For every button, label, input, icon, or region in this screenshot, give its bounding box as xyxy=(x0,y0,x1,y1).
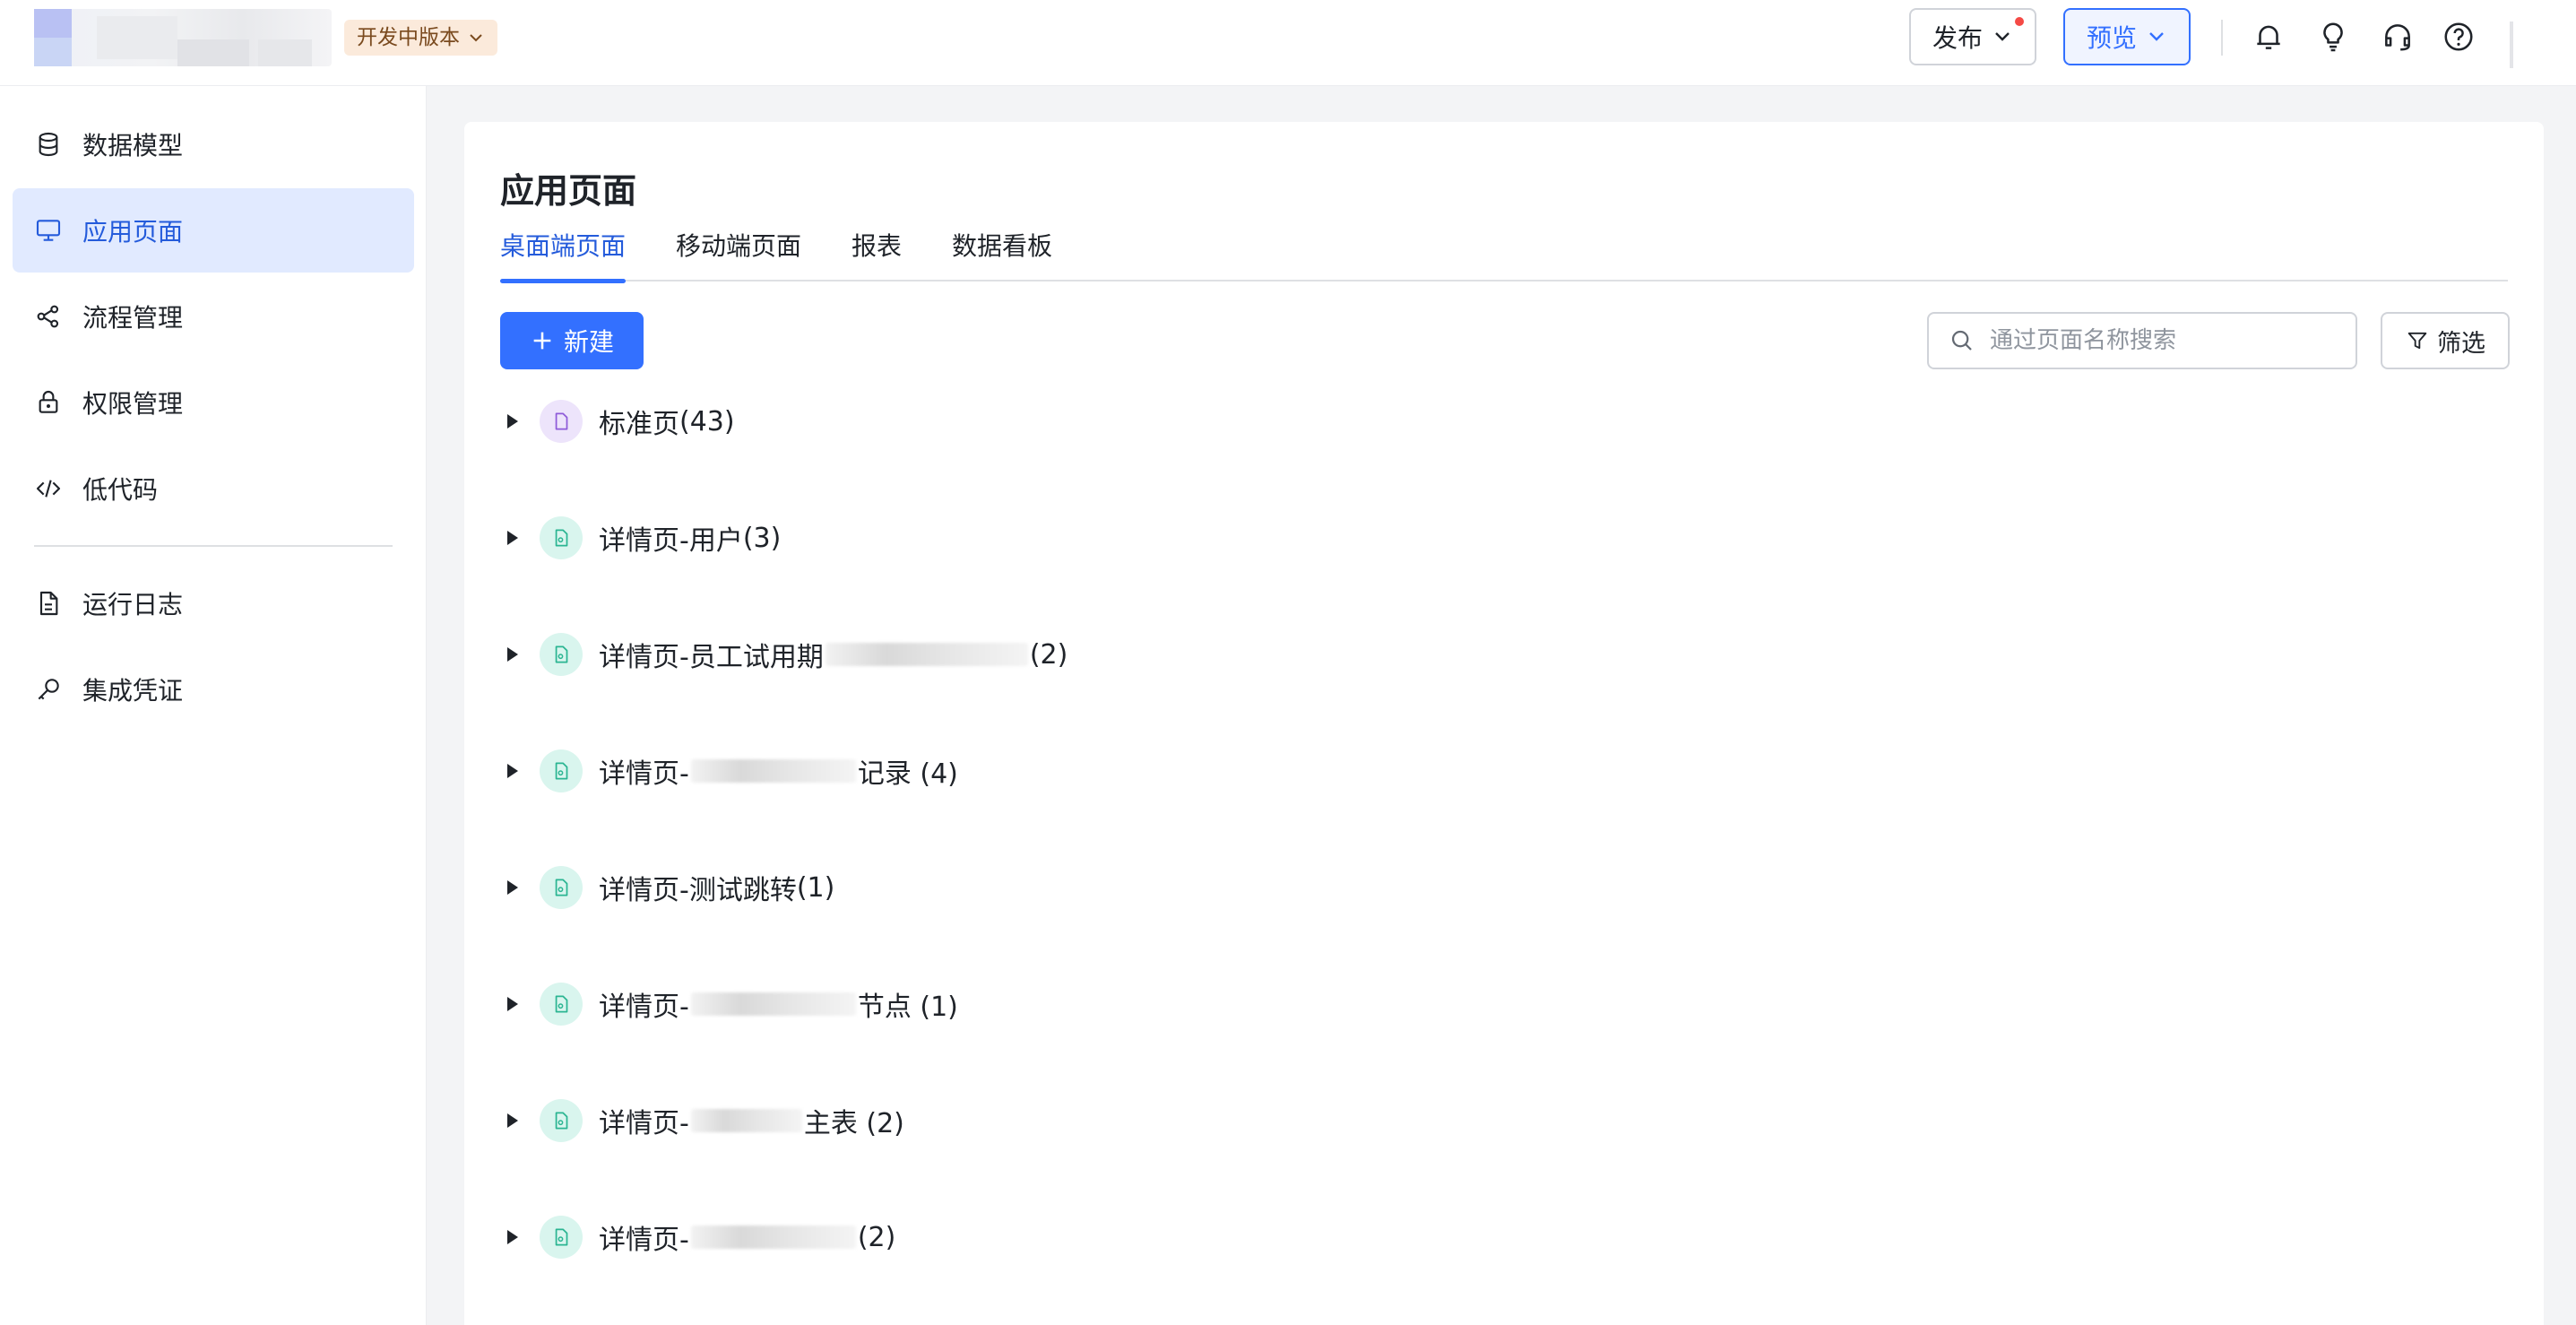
page-group-row[interactable]: 详情页- (2) xyxy=(500,1210,1755,1264)
key-icon xyxy=(38,679,59,700)
search-icon xyxy=(1951,330,1972,351)
page-group-row[interactable]: 详情页- 主表 (2) xyxy=(500,1094,1755,1147)
caret-right-icon[interactable] xyxy=(502,877,523,898)
caret-right-icon[interactable] xyxy=(502,760,523,782)
detail-page-icon xyxy=(540,749,583,792)
preview-button[interactable]: 预览 xyxy=(2063,8,2191,65)
group-label: 详情页- 节点 (1) xyxy=(599,992,958,1023)
caret-right-icon[interactable] xyxy=(502,411,523,432)
sidebar-item-credentials[interactable]: 集成凭证 xyxy=(13,647,414,732)
page-type-tabs: 桌面端页面 移动端页面 报表 数据看板 xyxy=(500,226,2508,283)
sidebar-item-label: 流程管理 xyxy=(82,303,184,333)
sidebar-item-app-pages[interactable]: 应用页面 xyxy=(13,188,414,273)
caret-right-icon[interactable] xyxy=(502,644,523,665)
detail-page-icon xyxy=(540,866,583,909)
sidebar-item-label: 应用页面 xyxy=(82,217,184,247)
lock-icon xyxy=(39,391,58,413)
help-icon[interactable] xyxy=(2440,18,2477,56)
sidebar-item-permissions[interactable]: 权限管理 xyxy=(13,360,414,445)
headset-icon[interactable] xyxy=(2379,18,2416,56)
detail-page-icon xyxy=(540,1216,583,1259)
app-logo[interactable] xyxy=(34,9,332,66)
env-version-label: 开发中版本 xyxy=(357,26,460,49)
filter-button[interactable]: 筛选 xyxy=(2381,312,2510,369)
main-content: 应用页面 桌面端页面 移动端页面 报表 数据看板 新建 筛选 标准页 (43) … xyxy=(464,122,2544,1325)
env-version-badge[interactable]: 开发中版本 xyxy=(344,20,497,56)
monitor-icon xyxy=(36,220,61,241)
sidebar: 数据模型 应用页面 流程管理 权限管理 低代码 运行日志 集成凭证 xyxy=(0,86,427,1325)
notification-dot xyxy=(2015,17,2024,26)
sidebar-item-label: 低代码 xyxy=(82,475,159,505)
caret-right-icon[interactable] xyxy=(502,1226,523,1248)
new-page-button[interactable]: 新建 xyxy=(500,312,644,369)
group-label: 详情页- 记录 (4) xyxy=(599,758,958,790)
chevron-down-icon xyxy=(2149,32,2164,41)
group-label: 详情页- (2) xyxy=(599,1221,896,1257)
detail-page-icon xyxy=(540,633,583,676)
sidebar-item-label: 运行日志 xyxy=(82,590,184,619)
top-bar: 开发中版本 发布 预览 xyxy=(0,0,2576,86)
page-group-row[interactable]: 详情页- 节点 (1) xyxy=(500,977,1755,1031)
page-group-row[interactable]: 详情页-用户 (3) xyxy=(500,511,1755,565)
sidebar-item-label: 数据模型 xyxy=(82,131,184,160)
bell-icon[interactable] xyxy=(2250,18,2287,56)
flow-icon xyxy=(37,305,59,328)
group-label: 详情页-员工试用期 (2) xyxy=(599,638,1068,674)
caret-right-icon[interactable] xyxy=(502,527,523,549)
tab-reports[interactable]: 报表 xyxy=(851,226,902,281)
sidebar-item-low-code[interactable]: 低代码 xyxy=(13,446,414,531)
caret-right-icon[interactable] xyxy=(502,1110,523,1131)
publish-label: 发布 xyxy=(1932,23,1983,53)
log-icon xyxy=(39,591,58,616)
sidebar-item-data-model[interactable]: 数据模型 xyxy=(13,102,414,186)
tab-mobile-pages[interactable]: 移动端页面 xyxy=(676,226,801,281)
bulb-icon[interactable] xyxy=(2314,18,2352,56)
sidebar-item-run-logs[interactable]: 运行日志 xyxy=(13,561,414,645)
detail-page-icon xyxy=(540,516,583,559)
sidebar-item-flow[interactable]: 流程管理 xyxy=(13,274,414,359)
tab-dashboards[interactable]: 数据看板 xyxy=(952,226,1052,281)
page-search-box xyxy=(1927,312,2357,369)
group-label: 标准页 (43) xyxy=(599,405,735,441)
page-group-row[interactable]: 详情页-测试跳转 (1) xyxy=(500,861,1755,914)
user-avatar-placeholder[interactable] xyxy=(2510,22,2513,68)
sidebar-item-label: 集成凭证 xyxy=(82,676,184,706)
caret-right-icon[interactable] xyxy=(502,993,523,1015)
standard-page-icon xyxy=(540,400,583,443)
detail-page-icon xyxy=(540,1099,583,1142)
tab-desktop-pages[interactable]: 桌面端页面 xyxy=(500,226,627,283)
page-group-row[interactable]: 详情页- 记录 (4) xyxy=(500,744,1755,798)
page-title: 应用页面 xyxy=(500,171,637,211)
sidebar-item-label: 权限管理 xyxy=(82,389,184,419)
filter-icon xyxy=(2407,332,2427,350)
chevron-down-icon xyxy=(470,34,482,42)
filter-label: 筛选 xyxy=(2437,329,2485,358)
page-group-row[interactable]: 详情页-员工试用期 (2) xyxy=(500,628,1755,681)
group-label: 详情页- 主表 (2) xyxy=(599,1108,904,1139)
chevron-down-icon xyxy=(1995,32,2010,41)
sidebar-divider xyxy=(34,545,393,547)
toolbar-divider xyxy=(2221,20,2223,56)
database-icon xyxy=(39,132,58,157)
page-group-row[interactable]: 标准页 (43) xyxy=(500,394,1755,448)
new-page-label: 新建 xyxy=(563,327,614,357)
page-search-input[interactable] xyxy=(1990,327,2330,354)
group-label: 详情页-用户 (3) xyxy=(599,522,782,558)
plus-icon xyxy=(533,332,551,350)
publish-button[interactable]: 发布 xyxy=(1909,8,2036,65)
preview-label: 预览 xyxy=(2086,23,2137,53)
detail-page-icon xyxy=(540,983,583,1026)
code-icon xyxy=(36,480,61,498)
group-label: 详情页-测试跳转 (1) xyxy=(599,871,835,907)
